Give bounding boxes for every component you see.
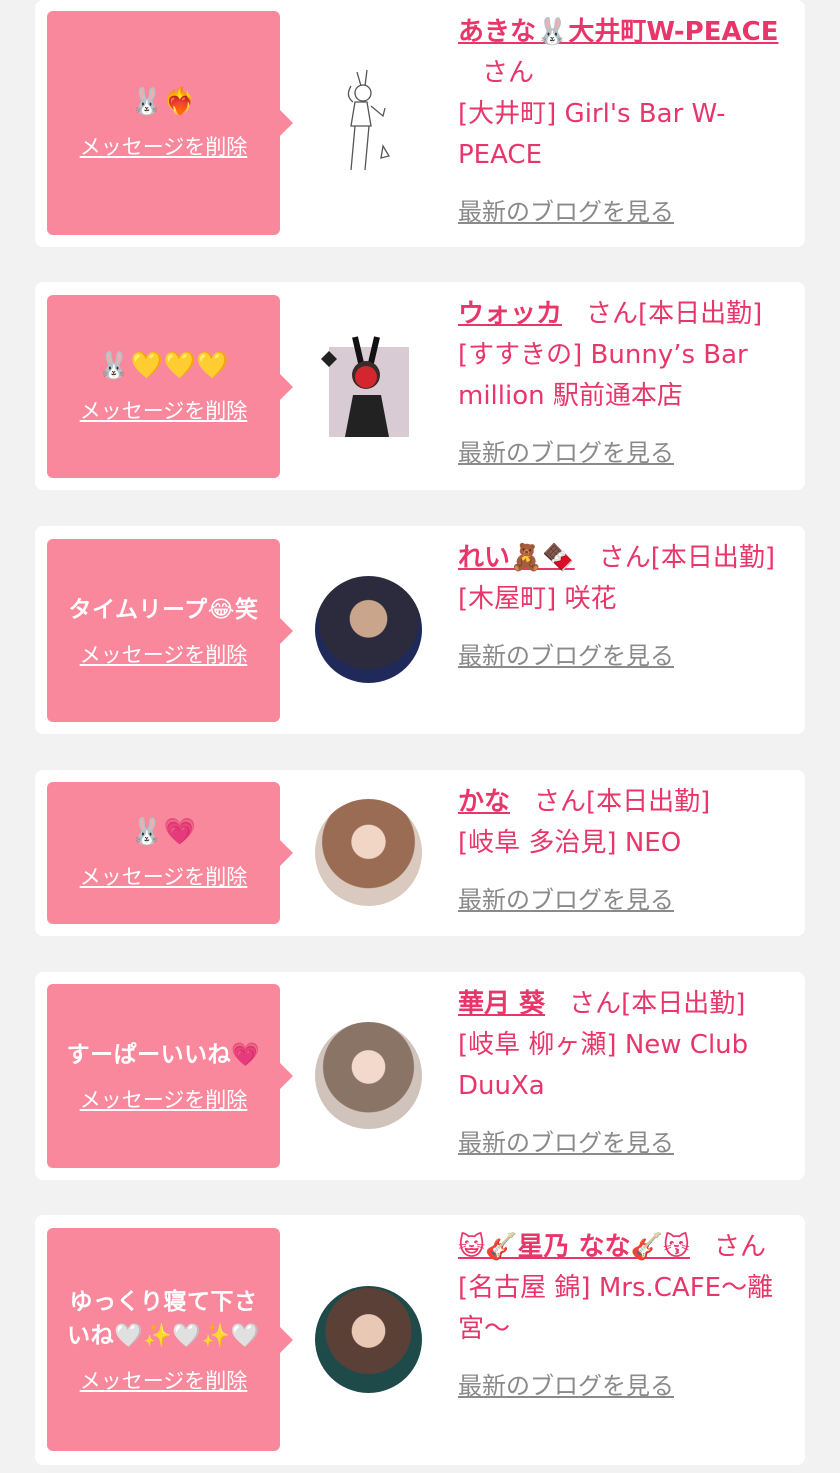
avatar[interactable] (315, 576, 422, 683)
message-card: 🐰💛💛💛 メッセージを削除 ウォッカ さん[本日出勤] [すすきの] Bunny’… (35, 282, 805, 490)
latest-blog-link[interactable]: 最新のブログを見る (458, 1366, 787, 1407)
shop-label: [岐阜 柳ヶ瀬] New Club DuuXa (458, 1030, 749, 1101)
shop-label: [名古屋 錦] Mrs.CAFE〜離宮〜 (458, 1273, 774, 1344)
latest-blog-link[interactable]: 最新のブログを見る (458, 880, 787, 921)
cast-info: かな さん[本日出勤] [岐阜 多治見] NEO 最新のブログを見る (458, 782, 787, 921)
cast-info: れい🧸🍫 さん[本日出勤] [木屋町] 咲花 最新のブログを見る (458, 538, 787, 677)
cast-name-link[interactable]: ウォッカ (458, 299, 562, 329)
message-text: 🐰❤️‍🔥 (130, 87, 197, 117)
message-bubble: すーぱーいいね💗 メッセージを削除 (47, 984, 293, 1168)
message-card: すーぱーいいね💗 メッセージを削除 華月 葵さん[本日出勤] [岐阜 柳ヶ瀬] … (35, 972, 805, 1180)
message-text: 🐰💛💛💛 (97, 350, 230, 381)
avatar[interactable] (315, 66, 422, 173)
shop-label: [木屋町] 咲花 (458, 584, 617, 614)
cast-info: ウォッカ さん[本日出勤] [すすきの] Bunny’s Bar million … (458, 294, 787, 474)
cast-name-link[interactable]: あきな🐰大井町W-PEACE (458, 17, 778, 47)
honorific-status: さん (714, 1232, 767, 1262)
message-bubble: ゆっくり寝て下さいね🤍✨🤍✨🤍 メッセージを削除 (47, 1228, 293, 1451)
delete-message-link[interactable]: メッセージを削除 (80, 1365, 248, 1395)
message-text: 🐰💗 (130, 817, 197, 847)
delete-message-link[interactable]: メッセージを削除 (80, 395, 248, 425)
shop-label: [すすきの] Bunny’s Bar million 駅前通本店 (458, 340, 748, 411)
cast-info: 華月 葵さん[本日出勤] [岐阜 柳ヶ瀬] New Club DuuXa 最新の… (458, 984, 787, 1164)
message-text: ゆっくり寝て下さいね🤍✨🤍✨🤍 (67, 1288, 260, 1349)
cast-name-link[interactable]: 華月 葵 (458, 989, 545, 1019)
shop-label: [大井町] Girl's Bar W-PEACE (458, 99, 726, 170)
message-bubble: 🐰❤️‍🔥 メッセージを削除 (47, 11, 293, 235)
avatar[interactable] (315, 799, 422, 906)
avatar[interactable] (315, 1022, 422, 1129)
honorific-status: さん[本日出勤] (534, 787, 711, 817)
latest-blog-link[interactable]: 最新のブログを見る (458, 192, 787, 233)
message-bubble: 🐰💛💛💛 メッセージを削除 (47, 295, 293, 478)
message-card: 🐰❤️‍🔥 メッセージを削除 あきな🐰大井町W-PEACE さん [大井町] Gi… (35, 0, 805, 247)
cast-name-link[interactable]: 😺🎸星乃 なな🎸😽 (458, 1232, 690, 1262)
message-card: 🐰💗 メッセージを削除 かな さん[本日出勤] [岐阜 多治見] NEO 最新のブ… (35, 770, 805, 936)
delete-message-link[interactable]: メッセージを削除 (80, 861, 248, 891)
honorific-status: さん[本日出勤] (586, 299, 763, 329)
bunny-girl-photo-icon (321, 336, 409, 437)
cast-name-link[interactable]: かな (458, 787, 510, 817)
latest-blog-link[interactable]: 最新のブログを見る (458, 1123, 787, 1164)
honorific-status: さん (482, 58, 535, 88)
avatar[interactable] (315, 1286, 422, 1393)
honorific-status: さん[本日出勤] (598, 543, 776, 573)
cast-info: あきな🐰大井町W-PEACE さん [大井町] Girl's Bar W-PEAC… (458, 12, 787, 233)
cast-name-link[interactable]: れい🧸🍫 (458, 543, 575, 573)
honorific-status: さん[本日出勤] (569, 989, 746, 1019)
message-card: ゆっくり寝て下さいね🤍✨🤍✨🤍 メッセージを削除 😺🎸星乃 なな🎸😽 さん [名古… (35, 1215, 805, 1465)
message-list: 🐰❤️‍🔥 メッセージを削除 あきな🐰大井町W-PEACE さん [大井町] Gi… (0, 0, 840, 1473)
delete-message-link[interactable]: メッセージを削除 (80, 1084, 248, 1114)
delete-message-link[interactable]: メッセージを削除 (80, 639, 248, 669)
cast-info: 😺🎸星乃 なな🎸😽 さん [名古屋 錦] Mrs.CAFE〜離宮〜 最新のブログを… (458, 1227, 787, 1407)
bunny-girl-sketch-icon (347, 69, 391, 171)
message-bubble: タイムリープ😂笑 メッセージを削除 (47, 539, 293, 722)
latest-blog-link[interactable]: 最新のブログを見る (458, 433, 787, 474)
avatar[interactable] (315, 333, 422, 440)
delete-message-link[interactable]: メッセージを削除 (80, 131, 248, 161)
shop-label: [岐阜 多治見] NEO (458, 828, 682, 858)
message-text: すーぱーいいね💗 (66, 1042, 261, 1068)
message-bubble: 🐰💗 メッセージを削除 (47, 782, 293, 924)
latest-blog-link[interactable]: 最新のブログを見る (458, 636, 787, 677)
message-card: タイムリープ😂笑 メッセージを削除 れい🧸🍫 さん[本日出勤] [木屋町] 咲花 … (35, 526, 805, 734)
message-text: タイムリープ😂笑 (68, 596, 259, 623)
